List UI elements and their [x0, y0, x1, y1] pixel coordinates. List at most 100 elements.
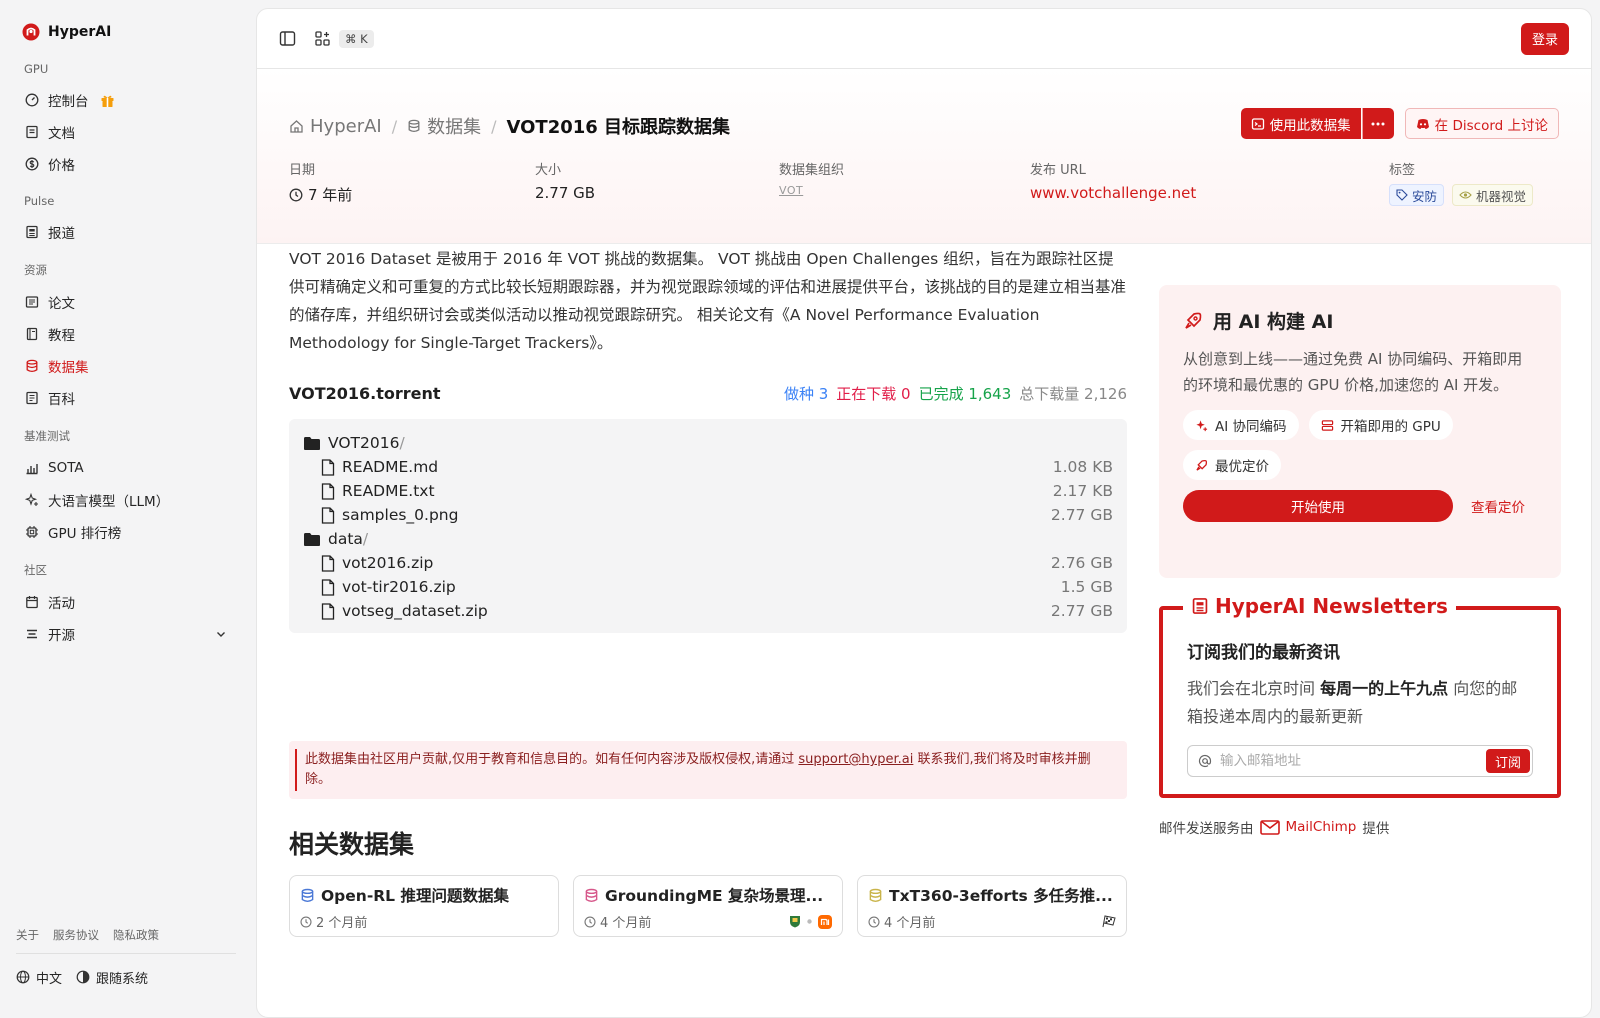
sidebar-item-console[interactable]: 控制台: [16, 84, 236, 116]
mailer-text-before: 邮件发送服务由: [1159, 821, 1254, 837]
terms-link[interactable]: 服务协议: [53, 927, 99, 943]
breadcrumb-datasets[interactable]: 数据集: [407, 113, 481, 139]
sidebar-item-docs[interactable]: 文档: [16, 116, 236, 148]
file-size: 1.08 KB: [1052, 458, 1113, 476]
related-datasets-title: 相关数据集: [289, 830, 415, 859]
folder-row[interactable]: VOT2016/: [303, 431, 1113, 455]
org-logo[interactable]: VOT: [779, 184, 844, 197]
seeding-count: 做种 3: [783, 384, 829, 403]
sidebar-item-llm[interactable]: 大语言模型（LLM）: [16, 484, 236, 516]
file-icon: [321, 458, 335, 476]
file-row[interactable]: README.md 1.08 KB: [303, 455, 1113, 479]
mailchimp-link[interactable]: MailChimp: [1286, 819, 1357, 835]
file-size: 2.76 GB: [1050, 554, 1113, 572]
discord-icon: [1416, 118, 1429, 129]
subscribe-button[interactable]: 订阅: [1485, 749, 1530, 773]
sidebar-item-sota[interactable]: SOTA: [16, 452, 236, 484]
newsletter-text-before: 我们会在北京时间: [1187, 679, 1321, 698]
nav-section-benchmarks: 基准测试: [24, 429, 70, 443]
related-card-time: 4 个月前: [884, 916, 936, 931]
breadcrumb-separator: /: [491, 116, 497, 136]
theme-switcher[interactable]: 跟随系统: [76, 968, 148, 987]
use-dataset-button[interactable]: 使用此数据集: [1240, 108, 1361, 139]
file-row[interactable]: votseg_dataset.zip 2.77 GB: [303, 599, 1113, 623]
privacy-link[interactable]: 隐私政策: [113, 927, 159, 943]
subscribe-form: 订阅: [1187, 745, 1533, 777]
login-button[interactable]: 登录: [1520, 22, 1569, 55]
discord-label: 在 Discord 上讨论: [1434, 117, 1548, 134]
file-size: 2.77 GB: [1050, 506, 1113, 524]
breadcrumb-home[interactable]: HyperAI: [289, 116, 382, 137]
file-name: votseg_dataset.zip: [342, 602, 488, 620]
related-card[interactable]: Open-RL 推理问题数据集 2 个月前: [289, 875, 559, 937]
completed-count: 已完成 1,643: [918, 384, 1012, 403]
chevron-down-icon[interactable]: [215, 628, 227, 640]
folder-name: data: [328, 530, 363, 548]
file-row[interactable]: vot-tir2016.zip 1.5 GB: [303, 575, 1113, 599]
torrent-name[interactable]: VOT2016.torrent: [289, 384, 441, 403]
related-card-time: 2 个月前: [316, 916, 368, 931]
nav-section-resources: 资源: [24, 263, 47, 277]
related-card[interactable]: GroundingME 复杂场景理... 4 个月前: [573, 875, 843, 937]
file-icon: [321, 506, 335, 524]
more-options-button[interactable]: [1361, 108, 1394, 139]
clock-icon: [289, 188, 303, 201]
breadcrumb: HyperAI / 数据集 / VOT2016 目标跟踪数据集: [289, 113, 730, 139]
newspaper-icon: [1192, 598, 1208, 614]
copyright-notice: 此数据集由社区用户贡献,仅用于教育和信息目的。如有任何内容涉及版权侵权,请通过 …: [289, 741, 1127, 799]
brand[interactable]: HyperAI: [16, 20, 236, 44]
newsletter-title: HyperAI Newsletters: [1215, 594, 1448, 618]
nav-section-pulse: Pulse: [24, 194, 55, 208]
sidebar-item-news[interactable]: 报道: [16, 216, 236, 248]
folder-icon: [304, 436, 320, 450]
gift-icon: [101, 95, 113, 107]
sidebar-toggle-icon[interactable]: [279, 30, 296, 47]
sidebar-item-opensource[interactable]: 开源: [16, 618, 236, 650]
sidebar-item-label: 论文: [48, 296, 75, 312]
related-card-title: Open-RL 推理问题数据集: [321, 887, 509, 905]
related-card[interactable]: TxT360-3efforts 多任务推... 4 个月前: [857, 875, 1127, 937]
sidebar-item-datasets[interactable]: 数据集: [16, 350, 236, 382]
use-dataset-label: 使用此数据集: [1269, 117, 1351, 134]
sidebar-item-pricing[interactable]: 价格: [16, 148, 236, 180]
tag-security[interactable]: 安防: [1389, 184, 1445, 206]
sidebar-item-wiki[interactable]: 百科: [16, 382, 236, 414]
command-shortcut[interactable]: ⌘ K: [339, 29, 374, 48]
breadcrumb-home-label: HyperAI: [310, 115, 382, 137]
hyperai-logo-icon: [22, 23, 40, 41]
xiaomi-logo-icon: [818, 914, 832, 929]
folder-row[interactable]: data /: [303, 527, 1113, 551]
file-size: 2.77 GB: [1050, 602, 1113, 620]
database-icon: [869, 888, 882, 902]
about-link[interactable]: 关于: [16, 927, 39, 943]
file-name: vot2016.zip: [342, 554, 434, 572]
publish-url-link[interactable]: www.votchallenge.net: [1030, 184, 1196, 202]
view-pricing-link[interactable]: 查看定价: [1471, 496, 1525, 516]
apps-grid-icon[interactable]: [314, 30, 331, 47]
sidebar-item-events[interactable]: 活动: [16, 586, 236, 618]
file-row[interactable]: samples_0.png 2.77 GB: [303, 503, 1113, 527]
cpu-icon: [26, 526, 38, 538]
sidebar-item-papers[interactable]: 论文: [16, 286, 236, 318]
discord-discuss-button[interactable]: 在 Discord 上讨论: [1404, 108, 1559, 139]
get-started-button[interactable]: 开始使用: [1183, 490, 1453, 522]
dataset-actions: 使用此数据集 在 Discord 上讨论: [1240, 108, 1559, 139]
rocket-icon: [1185, 312, 1202, 329]
downloading-count: 正在下载 0: [836, 384, 911, 403]
sidebar-item-gpu-leaderboard[interactable]: GPU 排行榜: [16, 516, 236, 548]
related-card-title: TxT360-3efforts 多任务推...: [889, 887, 1113, 905]
document-icon: [26, 125, 38, 139]
dataset-meta: 日期 7 年前 大小 2.77 GB 数据集组织 VOT 发布 URL www.…: [289, 159, 1559, 209]
file-row[interactable]: vot2016.zip 2.76 GB: [303, 551, 1113, 575]
sidebar-item-tutorials[interactable]: 教程: [16, 318, 236, 350]
sparkle-icon: [1196, 419, 1208, 431]
support-email-link[interactable]: support@hyper.ai: [798, 752, 913, 767]
chart-icon: [26, 464, 38, 475]
file-row[interactable]: README.txt 2.17 KB: [303, 479, 1113, 503]
file-name: samples_0.png: [342, 506, 459, 524]
promo-card: 用 AI 构建 AI 从创意到上线——通过免费 AI 协同编码、开箱即用的环境和…: [1159, 285, 1561, 578]
language-switcher[interactable]: 中文: [16, 968, 62, 987]
email-input[interactable]: [1220, 753, 1478, 769]
tag-machine-vision[interactable]: 机器视觉: [1452, 184, 1534, 206]
dataset-content: VOT 2016 Dataset 是被用于 2016 年 VOT 挑战的数据集。…: [289, 245, 1127, 937]
